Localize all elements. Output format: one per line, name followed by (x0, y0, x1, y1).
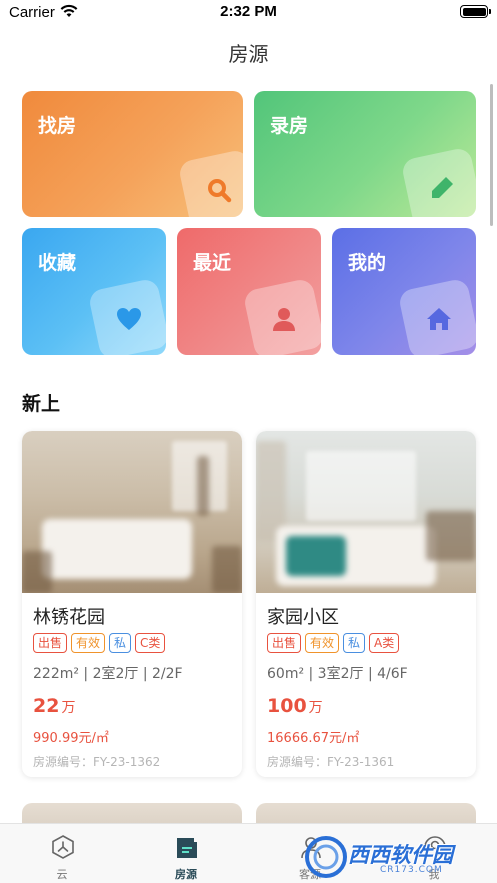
listing-name: 林锈花园 (33, 607, 105, 628)
home-icon (397, 277, 476, 355)
tab-label: 云 (56, 868, 68, 881)
listing-spec: 222m² | 2室2厅 | 2/2F (33, 666, 183, 682)
listing-spec: 60m² | 3室2厅 | 4/6F (267, 666, 408, 682)
tile-label: 最近 (193, 252, 232, 274)
tile-label: 找房 (38, 115, 77, 137)
status-time: 2:32 PM (220, 3, 277, 20)
tab-me[interactable]: 我 (372, 824, 496, 883)
price-unit: 万 (308, 700, 323, 716)
price-value: 100 (267, 695, 307, 717)
search-icon (177, 148, 243, 217)
status-badge: 出售 (267, 633, 302, 653)
listing-unit-price: 16666.67元/㎡ (267, 731, 360, 746)
section-title: 新上 (22, 393, 61, 415)
status-badge: 私 (109, 633, 132, 653)
listing-card[interactable]: 家园小区 出售 有效 私 A类 60m² | 3室2厅 | 4/6F 100 万 … (256, 431, 476, 777)
tab-customers[interactable]: 客源 (248, 824, 372, 883)
hexagon-icon (52, 835, 74, 859)
status-bar: Carrier 2:32 PM (0, 0, 497, 26)
tile-label: 我的 (348, 252, 387, 274)
price-value: 22 (33, 695, 60, 717)
profile-icon (424, 836, 446, 858)
favorites-tile[interactable]: 收藏 (22, 228, 166, 355)
house-doc-icon (177, 838, 197, 858)
page-title: 房源 (228, 42, 269, 66)
mine-tile[interactable]: 我的 (332, 228, 476, 355)
tile-label: 录房 (270, 115, 309, 137)
tile-label: 收藏 (38, 252, 77, 274)
listing-tags: 出售 有效 私 A类 (267, 633, 400, 653)
listing-photo (256, 431, 476, 593)
find-house-tile[interactable]: 找房 (22, 91, 243, 217)
status-badge: C类 (135, 633, 166, 653)
listing-photo (22, 431, 242, 593)
listing-name: 家园小区 (267, 607, 339, 628)
listing-tags: 出售 有效 私 C类 (33, 633, 166, 653)
tab-cloud[interactable]: 云 (0, 824, 124, 883)
price-unit: 万 (61, 700, 76, 716)
status-badge: 私 (343, 633, 366, 653)
heart-icon (87, 277, 166, 355)
tab-bar: 云 房源 客源 我 (0, 823, 497, 883)
status-badge: A类 (369, 633, 400, 653)
battery-icon (460, 5, 491, 18)
scroll-indicator[interactable] (490, 84, 493, 226)
listing-code: 房源编号：FY-23-1361 (267, 755, 395, 769)
tab-listings[interactable]: 房源 (124, 824, 248, 883)
listing-card[interactable]: 林锈花园 出售 有效 私 C类 222m² | 2室2厅 | 2/2F 22 万 … (22, 431, 242, 777)
tab-label: 房源 (175, 868, 197, 881)
status-badge: 有效 (71, 633, 106, 653)
listing-price: 100 万 (267, 695, 323, 717)
tab-label: 客源 (299, 868, 321, 881)
pencil-icon (400, 146, 476, 217)
listing-unit-price: 990.99元/㎡ (33, 731, 109, 746)
customer-icon (301, 837, 321, 859)
listing-code: 房源编号：FY-23-1362 (33, 755, 161, 769)
listing-price: 22 万 (33, 695, 75, 717)
status-badge: 有效 (305, 633, 340, 653)
recent-tile[interactable]: 最近 (177, 228, 321, 355)
record-house-tile[interactable]: 录房 (254, 91, 476, 217)
person-icon (242, 277, 321, 355)
status-badge: 出售 (33, 633, 68, 653)
tab-label: 我 (428, 868, 440, 881)
